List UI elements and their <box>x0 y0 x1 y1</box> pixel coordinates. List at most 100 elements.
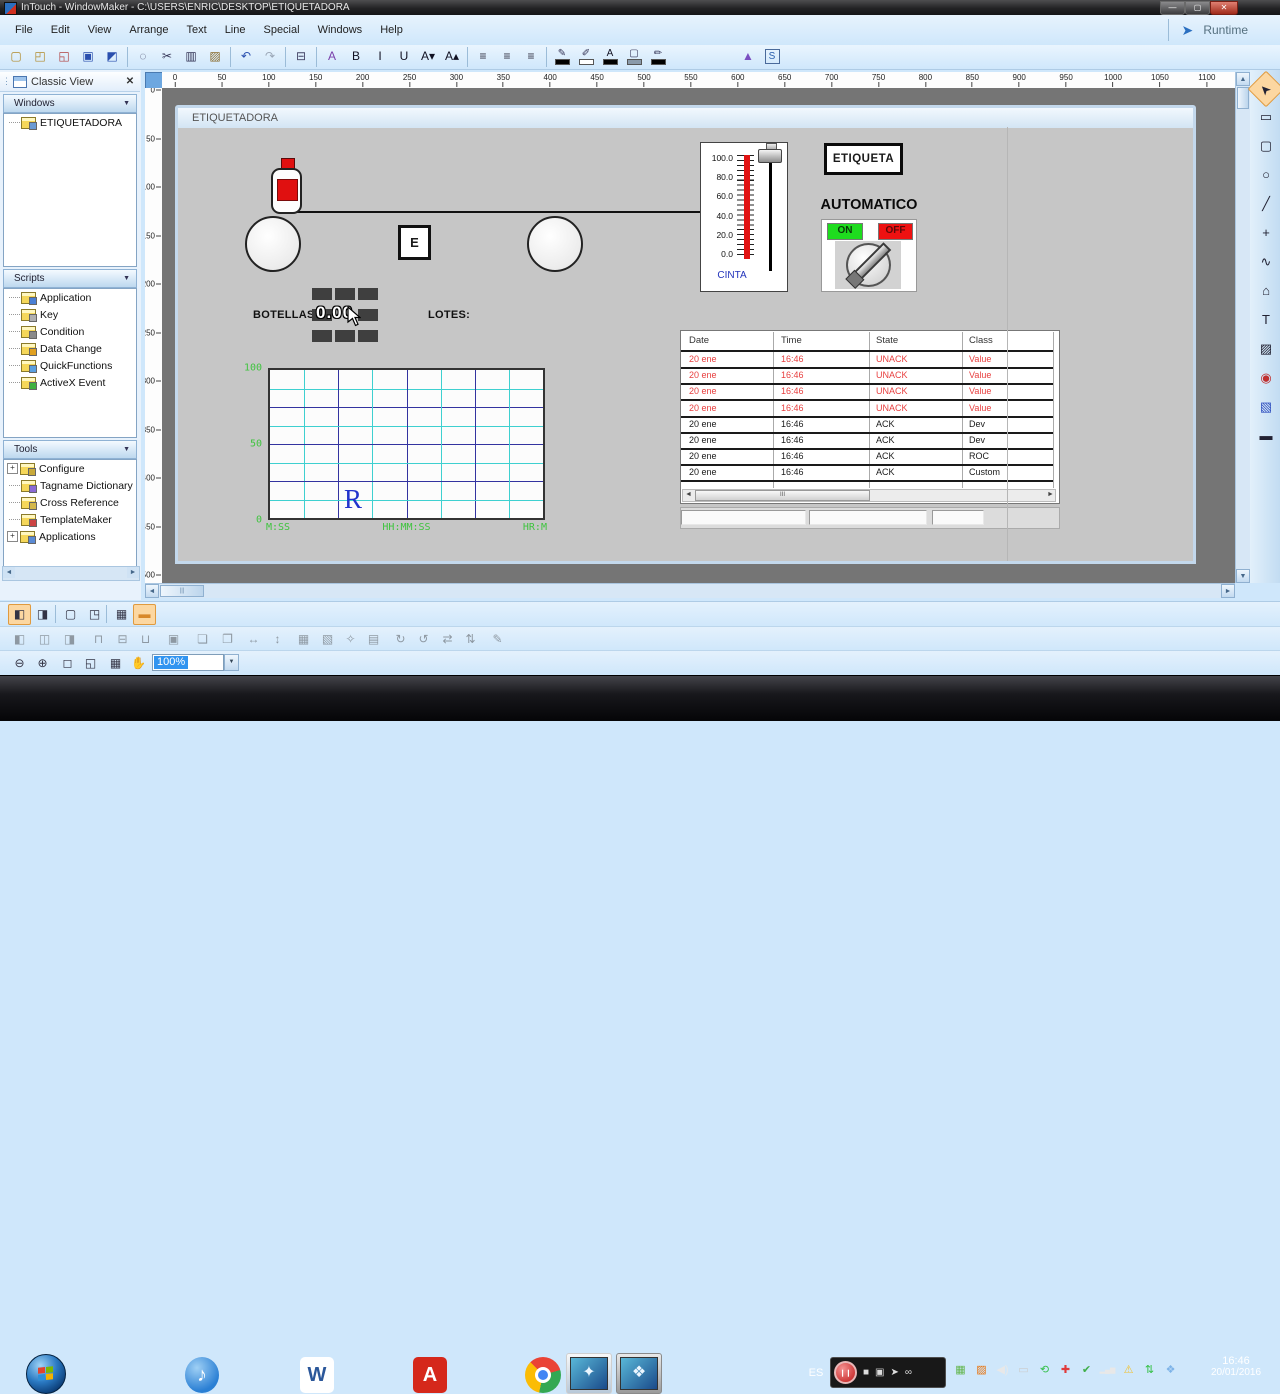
maximize-button[interactable]: ▢ <box>1185 1 1210 15</box>
button-tool[interactable]: ▬ <box>1253 424 1279 450</box>
fit-screen-icon[interactable]: ◳ <box>83 604 106 625</box>
tree-item-condition[interactable]: Condition <box>4 323 136 340</box>
zoom-level-field[interactable]: 100% <box>152 654 224 671</box>
bluetooth-tray-icon[interactable]: ❖ <box>1162 1362 1179 1379</box>
bold-icon[interactable]: B <box>345 46 367 68</box>
window-color-icon[interactable]: ▢ <box>623 46 645 68</box>
acrobat-icon[interactable]: A <box>413 1357 447 1393</box>
menu-item-text[interactable]: Text <box>178 20 216 40</box>
bitmap-tool[interactable]: ▨ <box>1253 337 1279 363</box>
tree-item-configure[interactable]: + Configure <box>4 460 136 477</box>
close-button[interactable]: ✕ <box>1210 1 1238 15</box>
canvas-horizontal-scrollbar[interactable]: ◄ ||| ► <box>145 583 1235 598</box>
runtime-button[interactable]: Runtime <box>1203 23 1248 37</box>
polygon-tool[interactable]: ⌂ <box>1253 279 1279 305</box>
selection-handle[interactable] <box>312 330 332 342</box>
ellipse-tool[interactable]: ○ <box>1253 163 1279 189</box>
selection-handle[interactable] <box>358 330 378 342</box>
volume-tray-icon[interactable]: ◀) <box>994 1362 1011 1379</box>
zoom-dropdown-icon[interactable]: ▼ <box>224 654 239 671</box>
tree-item-key[interactable]: Key <box>4 306 136 323</box>
tree-item-applications[interactable]: + Applications <box>4 528 136 545</box>
menu-item-arrange[interactable]: Arrange <box>120 20 177 40</box>
alarm-table[interactable]: Date Time State Class 20 ene 16:46 UNACK Value 2… <box>680 330 1060 504</box>
antivirus-tray-icon[interactable]: ✔ <box>1078 1362 1095 1379</box>
conveyor-roller-left[interactable] <box>245 216 301 272</box>
scroll-thumb[interactable]: ||| <box>160 585 204 597</box>
paste-icon[interactable]: ▨ <box>204 46 226 68</box>
zoom-level-value[interactable]: 100% <box>154 656 189 669</box>
windowviewer-taskbar-icon[interactable]: ❖ <box>616 1353 662 1394</box>
increase-font-icon[interactable]: A▴ <box>441 46 463 68</box>
zoom-out-icon[interactable]: ⊖ <box>8 653 31 674</box>
text-tool[interactable]: T <box>1253 308 1279 334</box>
tree-item-activex-event[interactable]: ActiveX Event <box>4 374 136 391</box>
select-mode-icon[interactable]: ◌ <box>132 46 154 68</box>
realtime-trend-tool[interactable]: ◉ <box>1253 366 1279 392</box>
pointer-tool[interactable]: ➤ <box>1247 70 1280 108</box>
tree-item-quickfunctions[interactable]: QuickFunctions <box>4 357 136 374</box>
tree-item-templatemaker[interactable]: TemplateMaker <box>4 511 136 528</box>
menu-item-windows[interactable]: Windows <box>309 20 372 40</box>
copy-icon[interactable]: ▥ <box>180 46 202 68</box>
menu-item-file[interactable]: File <box>6 20 42 40</box>
zoom-in-icon[interactable]: ⊕ <box>31 653 54 674</box>
hv-line-tool[interactable]: + <box>1253 221 1279 247</box>
align-text-right-icon[interactable]: ≡ <box>520 46 542 68</box>
tree-item-etiquetadora[interactable]: ETIQUETADORA <box>4 114 136 131</box>
security-tray-icon[interactable]: ✚ <box>1057 1362 1074 1379</box>
section-header-scripts[interactable]: Scripts ▼ <box>3 269 137 288</box>
menu-item-line[interactable]: Line <box>216 20 255 40</box>
pause-record-button[interactable]: ❙❙ <box>834 1361 857 1384</box>
link-button[interactable]: ∞ <box>905 1367 912 1378</box>
scroll-left-icon[interactable]: ◄ <box>145 584 159 598</box>
minimize-button[interactable]: — <box>1160 1 1185 15</box>
alarm-column-class[interactable]: Class <box>969 335 993 346</box>
close-window-icon[interactable]: ◱ <box>53 46 75 68</box>
canvas-vertical-scrollbar[interactable]: ▲ ▼ <box>1235 72 1250 583</box>
wizard-icon[interactable]: ▲ <box>737 46 759 68</box>
open-window-icon[interactable]: ◰ <box>29 46 51 68</box>
scroll-left-icon[interactable]: ◄ <box>685 491 692 498</box>
section-header-tools[interactable]: Tools ▼ <box>3 440 137 459</box>
display-tray-icon[interactable]: ▭ <box>1015 1362 1032 1379</box>
rounded-rectangle-tool[interactable]: ▢ <box>1253 134 1279 160</box>
underline-icon[interactable]: U <box>393 46 415 68</box>
print-icon[interactable]: ⊟ <box>290 46 312 68</box>
scroll-thumb[interactable] <box>1237 87 1249 109</box>
drag-grip-icon[interactable]: ⋮ <box>2 76 11 87</box>
alarm-column-date[interactable]: Date <box>689 335 709 346</box>
expand-icon[interactable]: + <box>7 531 18 542</box>
design-window-titlebar[interactable]: ETIQUETADORA <box>178 108 1193 128</box>
alert-flag-tray-icon[interactable]: ⚠ <box>1120 1362 1137 1379</box>
network-signal-tray-icon[interactable]: ▂▄▆ <box>1099 1362 1116 1379</box>
e-indicator-box[interactable]: E <box>398 225 431 260</box>
alarm-column-state[interactable]: State <box>876 335 898 346</box>
snap-grid-icon[interactable]: ▦ <box>110 604 133 625</box>
zoom-window-icon[interactable]: ◻ <box>56 653 79 674</box>
undo-icon[interactable]: ↶ <box>235 46 257 68</box>
cut-icon[interactable]: ✂ <box>156 46 178 68</box>
pane-layout-left-icon[interactable]: ◧ <box>8 604 31 625</box>
panel-scrollbar[interactable]: ◄ ► <box>2 566 140 581</box>
scroll-right-icon[interactable]: ► <box>1047 491 1054 498</box>
selection-handle[interactable] <box>312 288 332 300</box>
new-window-icon[interactable]: ▢ <box>5 46 27 68</box>
tree-item-data-change[interactable]: Data Change <box>4 340 136 357</box>
scroll-right-icon[interactable]: ► <box>127 567 139 578</box>
scroll-up-icon[interactable]: ▲ <box>1236 72 1250 86</box>
alarm-column-time[interactable]: Time <box>781 335 802 346</box>
ruler-toggle-icon[interactable]: ▬ <box>133 604 156 625</box>
symbol-factory-icon[interactable]: S <box>761 46 783 68</box>
cursor-capture-button[interactable]: ➤ <box>891 1367 899 1378</box>
text-color-icon[interactable]: A <box>599 46 621 68</box>
historical-trend-tool[interactable]: ▧ <box>1253 395 1279 421</box>
pan-icon[interactable]: ✋ <box>127 653 150 674</box>
zoom-fit-icon[interactable]: ▦ <box>104 653 127 674</box>
word-icon[interactable]: W <box>300 1357 334 1393</box>
pane-layout-right-icon[interactable]: ◨ <box>31 604 54 625</box>
etiqueta-button[interactable]: ETIQUETA <box>824 143 903 175</box>
bottle-label[interactable] <box>277 179 298 201</box>
selection-handle[interactable] <box>358 309 378 321</box>
expand-icon[interactable]: + <box>7 463 18 474</box>
